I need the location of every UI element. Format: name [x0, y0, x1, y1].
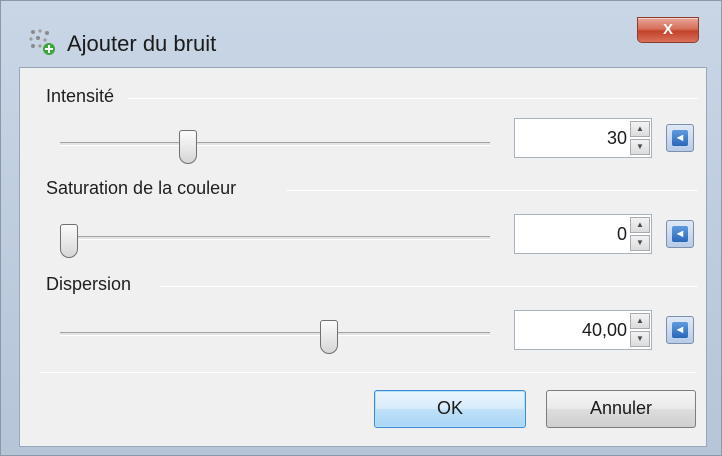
dispersion-slider-thumb[interactable] — [319, 320, 338, 354]
add-noise-dialog: Ajouter du bruit X Intensité 30 ▲ ▼ ◄ Sa… — [0, 0, 722, 456]
saturation-reset-button[interactable]: ◄ — [666, 220, 694, 248]
group-divider — [160, 286, 698, 287]
button-separator — [40, 372, 696, 373]
title-bar: Ajouter du bruit X — [1, 1, 721, 61]
group-divider — [128, 98, 698, 99]
dispersion-label: Dispersion — [46, 274, 138, 295]
intensity-label: Intensité — [46, 86, 121, 107]
intensity-value[interactable]: 30 — [607, 128, 627, 149]
intensity-reset-button[interactable]: ◄ — [666, 124, 694, 152]
close-button[interactable]: X — [637, 17, 699, 43]
dispersion-slider-track[interactable] — [60, 332, 490, 336]
dispersion-reset-button[interactable]: ◄ — [666, 316, 694, 344]
cancel-button[interactable]: Annuler — [546, 390, 696, 428]
group-divider — [286, 190, 698, 191]
ok-button[interactable]: OK — [374, 390, 526, 428]
spin-up-icon[interactable]: ▲ — [630, 313, 650, 329]
intensity-slider-track[interactable] — [60, 142, 490, 146]
intensity-spinbox[interactable]: 30 ▲ ▼ — [514, 118, 652, 158]
intensity-slider-thumb[interactable] — [179, 130, 198, 164]
saturation-slider-track[interactable] — [60, 236, 490, 240]
intensity-spin-buttons: ▲ ▼ — [630, 121, 650, 155]
spin-down-icon[interactable]: ▼ — [630, 331, 650, 347]
saturation-value[interactable]: 0 — [617, 224, 627, 245]
reset-arrow-icon: ◄ — [672, 322, 688, 338]
saturation-spin-buttons: ▲ ▼ — [630, 217, 650, 251]
spin-down-icon[interactable]: ▼ — [630, 139, 650, 155]
spin-up-icon[interactable]: ▲ — [630, 121, 650, 137]
dispersion-spin-buttons: ▲ ▼ — [630, 313, 650, 347]
reset-arrow-icon: ◄ — [672, 226, 688, 242]
saturation-label: Saturation de la couleur — [46, 178, 243, 199]
saturation-spinbox[interactable]: 0 ▲ ▼ — [514, 214, 652, 254]
window-title: Ajouter du bruit — [67, 31, 217, 56]
spin-down-icon[interactable]: ▼ — [630, 235, 650, 251]
noise-dots-icon — [29, 29, 55, 55]
dispersion-value[interactable]: 40,00 — [582, 320, 627, 341]
spin-up-icon[interactable]: ▲ — [630, 217, 650, 233]
saturation-slider-thumb[interactable] — [60, 224, 78, 258]
dialog-content: Intensité 30 ▲ ▼ ◄ Saturation de la coul… — [19, 67, 707, 447]
reset-arrow-icon: ◄ — [672, 130, 688, 146]
dispersion-spinbox[interactable]: 40,00 ▲ ▼ — [514, 310, 652, 350]
